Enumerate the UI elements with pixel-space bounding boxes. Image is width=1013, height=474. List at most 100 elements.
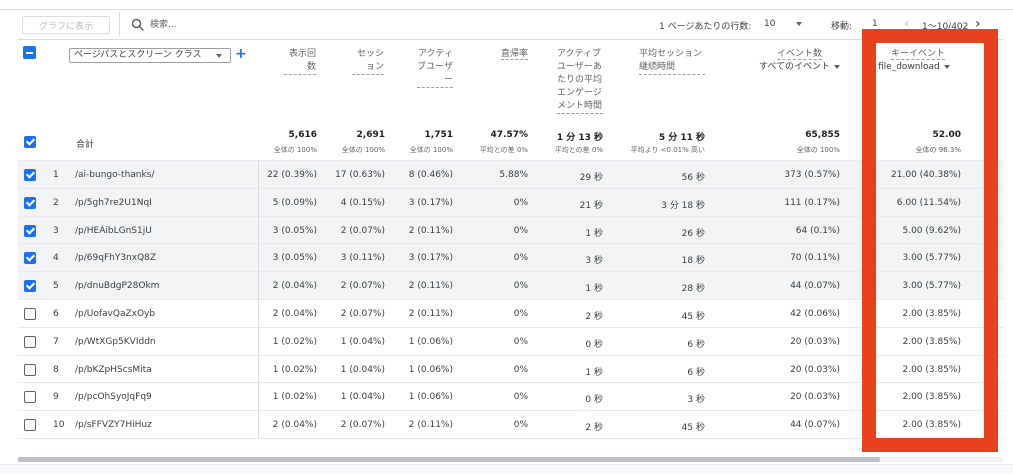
table-row[interactable]: 1/ai-bungo-thanks/22 (0.39%) 17 (0.63%) 8 … <box>18 160 1003 188</box>
table-row[interactable]: 10/p/sFFVZY7HiHuz 2 (0.04%) 2 (0.07%) 2 (0.… <box>18 410 1003 438</box>
metric-cell: 70 (0.11%) <box>790 253 840 264</box>
table-row[interactable]: 7/p/WtXGp5KVIddn 1 (0.02%) 1 (0.04%) 1 (0.0… <box>18 326 1003 355</box>
row-checkbox[interactable] <box>24 224 36 237</box>
table-row[interactable]: 3/p/HEAibLGnS1jU 3 (0.05%) 2 (0.07%) 2 (0.1… <box>18 215 1003 244</box>
metric-cell: 2 秒 <box>585 312 603 322</box>
row-checkbox[interactable] <box>24 308 36 320</box>
row-index: 5 <box>53 281 59 292</box>
page-path-cell[interactable]: /p/sFFVZY7HiHuz <box>75 420 152 430</box>
metric-cell: 64 (0.1%) <box>795 225 840 236</box>
row-checkbox[interactable] <box>24 419 36 432</box>
column-header-avg-session-duration[interactable]: 平均セッション継続時間 <box>612 48 705 75</box>
row-index: 3 <box>53 225 59 236</box>
row-checkbox[interactable] <box>24 335 36 348</box>
metric-cell: 45 秒 <box>681 312 705 322</box>
metric-cell: 42 (0.06%) <box>790 309 840 319</box>
totals-value: 65,855 <box>805 130 840 140</box>
row-checkbox[interactable] <box>24 391 36 404</box>
metric-cell: 20 (0.03%) <box>790 336 840 347</box>
totals-subtext: 平均との差 0% <box>554 146 603 154</box>
page-path-cell[interactable]: /p/pcOhSyoJqFq9 <box>75 392 152 402</box>
page-path-cell[interactable]: /p/WtXGp5KVIddn <box>75 337 156 347</box>
table-row[interactable]: 5/p/dnuBdgP28Okm 2 (0.04%) 2 (0.07%) 2 (0.1… <box>18 271 1003 300</box>
totals-checkbox[interactable] <box>24 136 36 148</box>
metric-cell: 44 (0.07%) <box>790 420 840 431</box>
metric-cell: 18 秒 <box>681 256 705 267</box>
page-path-cell[interactable]: /p/UofavQaZxOyb <box>75 309 155 319</box>
table-bottom-border <box>18 438 1003 439</box>
totals-subtext: 平均より <0.01% 高い <box>630 146 705 154</box>
row-checkbox[interactable] <box>24 169 36 181</box>
plot-chart-button[interactable]: グラフに表示 <box>22 16 110 34</box>
column-header-event-count[interactable]: イベント数 すべてのイベント <box>720 48 840 74</box>
column-header-bounce-rate[interactable]: 直帰率 <box>470 48 528 61</box>
metric-cell: 0 秒 <box>585 395 603 406</box>
page-path-cell[interactable]: /ai-bungo-thanks/ <box>75 170 154 180</box>
dimension-column-divider <box>258 160 259 438</box>
metric-cell: 56 秒 <box>681 173 705 183</box>
totals-subtext: 全体の 100% <box>796 146 840 154</box>
column-header-sessions[interactable]: セッション <box>330 48 384 75</box>
table-row[interactable]: 9/p/pcOhSyoJqFq9 1 (0.02%) 1 (0.04%) 1 (0.0… <box>18 382 1003 410</box>
totals-value: 1 分 13 秒 <box>556 133 603 143</box>
totals-label: 合計 <box>76 140 95 150</box>
table-row[interactable]: 2/p/5gh7re2U1NqI 5 (0.09%) 4 (0.15%) 3 (0.1… <box>18 187 1003 216</box>
metric-cell: 3 分 18 秒 <box>661 200 705 211</box>
metric-cell: 0 秒 <box>585 339 603 350</box>
metric-cell: 6 秒 <box>687 339 705 350</box>
rows-per-page-select[interactable]: 10 <box>764 19 775 29</box>
metric-cell: 26 秒 <box>681 228 705 239</box>
metric-cell: 373 (0.57%) <box>784 170 840 180</box>
row-index: 2 <box>53 197 59 208</box>
table-row[interactable]: 8/p/bKZpHScsMita 1 (0.02%) 1 (0.04%) 1 (0.0… <box>18 354 1003 383</box>
row-checkbox[interactable] <box>24 196 36 209</box>
toolbar-separator <box>119 12 120 36</box>
metric-cell: 6 秒 <box>687 367 705 378</box>
page-path-cell[interactable]: /p/bKZpHScsMita <box>75 365 152 375</box>
row-index: 4 <box>53 253 59 264</box>
column-header-avg-engagement[interactable]: アクティブユーザーあたりの平均エンゲージメント時間 <box>540 48 603 114</box>
select-all-checkbox[interactable] <box>23 46 36 59</box>
search-icon[interactable] <box>131 18 145 32</box>
metric-cell: 20 (0.03%) <box>790 364 840 375</box>
key-events-highlight-box <box>862 29 998 452</box>
page-path-cell[interactable]: /p/dnuBdgP28Okm <box>75 281 159 291</box>
page-path-cell[interactable]: /p/69qFhY3nxQ8Z <box>75 253 156 263</box>
totals-value: 5 分 11 秒 <box>658 133 705 143</box>
caret-down-icon[interactable] <box>834 64 840 69</box>
metric-cell: 45 秒 <box>681 423 705 434</box>
rows-per-page-label: 1 ページあたりの行数: <box>659 22 752 32</box>
table-row[interactable]: 4/p/69qFhY3nxQ8Z 3 (0.05%) 3 (0.11%) 3 (0.1… <box>18 243 1003 272</box>
page-path-cell[interactable]: /p/HEAibLGnS1jU <box>75 226 152 236</box>
dimension-select[interactable]: ページパスとスクリーン クラス <box>69 48 231 63</box>
column-header-active-users[interactable]: アクティブユーザー <box>400 48 453 88</box>
metric-cell: 28 秒 <box>681 284 705 295</box>
row-index: 8 <box>53 364 59 375</box>
row-index: 9 <box>53 392 59 403</box>
metric-cell: 20 (0.03%) <box>790 392 840 403</box>
table-row[interactable]: 6/p/UofavQaZxOyb 2 (0.04%) 2 (0.07%) 2 (0.1… <box>18 299 1003 327</box>
search-input[interactable] <box>150 17 310 33</box>
row-checkbox[interactable] <box>24 363 36 376</box>
horizontal-scrollbar-thumb[interactable] <box>18 457 880 462</box>
metric-cell: 44 (0.07%) <box>790 281 840 292</box>
caret-down-icon[interactable] <box>216 54 222 58</box>
page-path-cell[interactable]: /p/5gh7re2U1NqI <box>75 198 152 208</box>
header-divider <box>18 39 1003 40</box>
row-checkbox[interactable] <box>24 280 36 293</box>
plus-icon[interactable]: + <box>235 46 247 62</box>
metric-cell: 3 秒 <box>687 395 705 406</box>
metric-cell: 111 (0.17%) <box>784 197 840 208</box>
event-filter-label[interactable]: すべてのイベント <box>759 62 830 72</box>
metric-cell: 29 秒 <box>579 173 603 183</box>
metric-cell: 2 秒 <box>585 423 603 434</box>
footer-strip <box>0 464 1013 474</box>
caret-down-icon[interactable] <box>796 22 802 26</box>
metric-cell: 1 秒 <box>585 228 603 239</box>
row-index: 6 <box>53 309 59 319</box>
row-checkbox[interactable] <box>24 252 36 265</box>
row-index: 7 <box>53 336 59 347</box>
metric-cell: 3 秒 <box>585 256 603 267</box>
row-index: 10 <box>53 420 65 431</box>
column-header-views[interactable]: 表示回数 <box>260 48 316 75</box>
